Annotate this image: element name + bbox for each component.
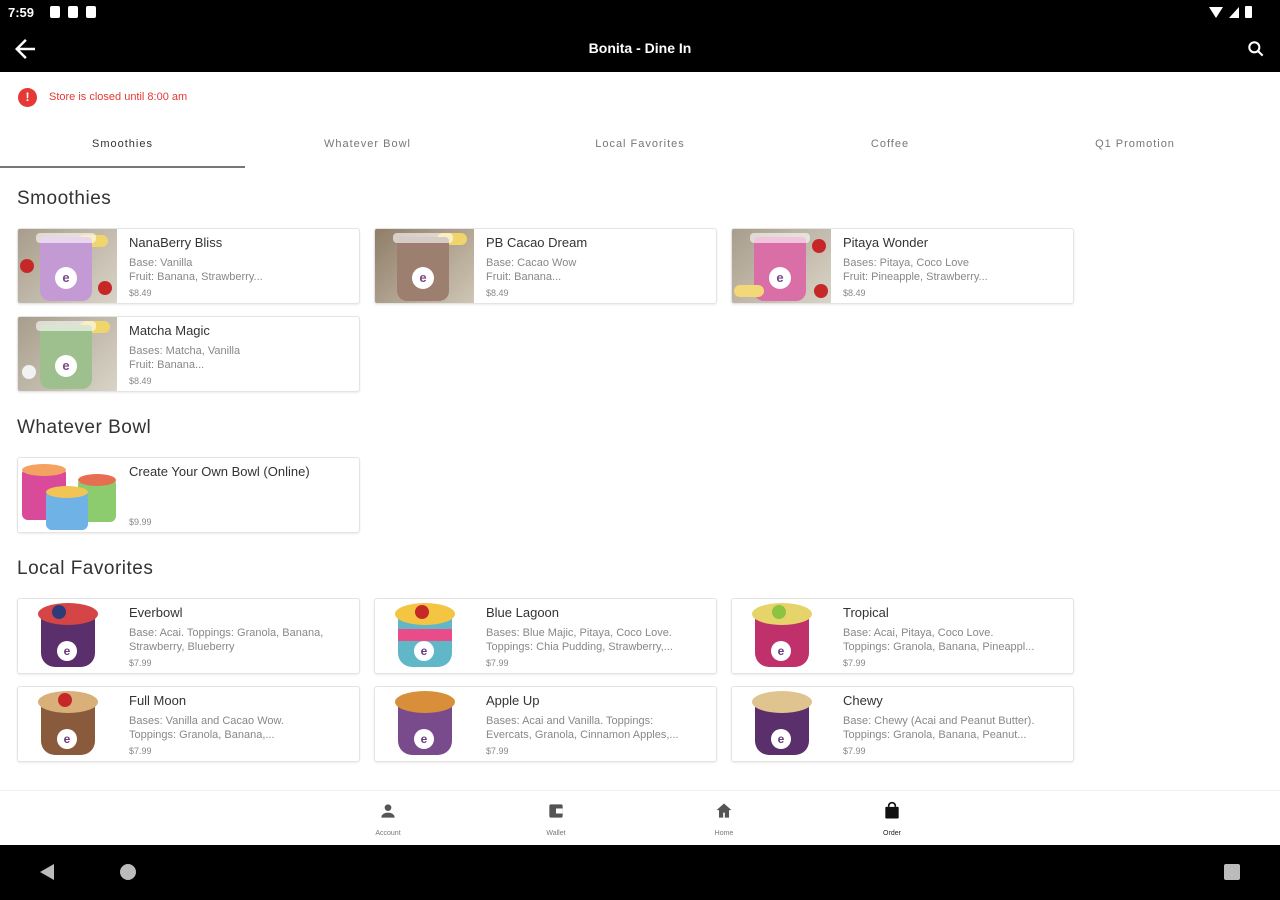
item-name: Pitaya Wonder xyxy=(843,235,929,250)
menu-item-card[interactable]: e PB Cacao Dream Base: Cacao Wow Fruit: … xyxy=(374,228,717,304)
product-image: e xyxy=(375,599,474,673)
item-description: Bases: Pitaya, Coco Love Fruit: Pineappl… xyxy=(843,257,988,283)
item-price: $8.49 xyxy=(486,288,509,298)
notification-icons xyxy=(50,6,96,18)
product-image: e xyxy=(18,687,117,761)
nav-label: Home xyxy=(714,830,734,837)
item-name: PB Cacao Dream xyxy=(486,235,588,250)
menu-item-card[interactable]: e Blue Lagoon Bases: Blue Majic, Pitaya,… xyxy=(374,598,717,674)
menu-item-card[interactable]: e Chewy Base: Chewy (Acai and Peanut But… xyxy=(731,686,1074,762)
menu-item-card[interactable]: e Full Moon Bases: Vanilla and Cacao Wow… xyxy=(17,686,360,762)
item-price: $7.99 xyxy=(129,746,152,756)
status-bar: 7:59 xyxy=(0,0,1280,26)
item-name: Apple Up xyxy=(486,693,540,708)
nav-wallet[interactable]: Wallet xyxy=(526,801,586,837)
product-image xyxy=(18,458,117,532)
status-time: 7:59 xyxy=(8,5,35,20)
menu-item-card[interactable]: e Matcha Magic Bases: Matcha, Vanilla Fr… xyxy=(17,316,360,392)
notification-icon xyxy=(50,6,60,18)
item-name: Full Moon xyxy=(129,693,187,708)
signal-icon xyxy=(1229,6,1239,18)
section-title-smoothies: Smoothies xyxy=(17,188,112,209)
search-icon[interactable] xyxy=(1246,39,1266,59)
item-price: $7.99 xyxy=(843,746,866,756)
section-title-local-favorites: Local Favorites xyxy=(17,558,154,579)
item-name: Blue Lagoon xyxy=(486,605,560,620)
nav-label: Account xyxy=(375,830,401,837)
item-description: Base: Chewy (Acai and Peanut Butter). To… xyxy=(843,715,1035,741)
item-name: Chewy xyxy=(843,693,883,708)
nav-home[interactable]: Home xyxy=(694,801,754,837)
alert-text: Store is closed until 8:00 am xyxy=(49,91,188,103)
item-price: $8.49 xyxy=(129,376,152,386)
nav-label: Wallet xyxy=(546,830,566,837)
item-description: Bases: Vanilla and Cacao Wow. Toppings: … xyxy=(129,715,284,741)
app-bar: Bonita - Dine In xyxy=(0,26,1280,72)
tab-coffee[interactable]: Coffee xyxy=(790,128,990,168)
item-description: Base: Vanilla Fruit: Banana, Strawberry.… xyxy=(129,257,263,283)
menu-item-card[interactable]: e Pitaya Wonder Bases: Pitaya, Coco Love… xyxy=(731,228,1074,304)
item-price: $9.99 xyxy=(129,517,152,527)
nav-label: Order xyxy=(883,830,901,837)
product-image: e xyxy=(375,687,474,761)
system-back-icon[interactable] xyxy=(40,864,54,880)
item-price: $8.49 xyxy=(843,288,866,298)
notification-icon xyxy=(68,6,78,18)
tab-whatever-bowl[interactable]: Whatever Bowl xyxy=(245,128,490,168)
item-description: Base: Acai, Pitaya, Coco Love. Toppings:… xyxy=(843,627,1035,653)
page-title: Bonita - Dine In xyxy=(588,40,692,56)
item-price: $8.49 xyxy=(129,288,152,298)
product-image: e xyxy=(375,229,474,303)
item-price: $7.99 xyxy=(486,746,509,756)
item-name: Create Your Own Bowl (Online) xyxy=(129,464,310,479)
item-price: $7.99 xyxy=(129,658,152,668)
product-image: e xyxy=(18,229,117,303)
bottom-navigation: Account Wallet Home Order xyxy=(0,790,1280,845)
wifi-icon xyxy=(1209,6,1223,18)
system-icons xyxy=(1209,6,1252,18)
notification-icon xyxy=(86,6,96,18)
item-description: Bases: Acai and Vanilla. Toppings: Everc… xyxy=(486,715,679,741)
nav-account[interactable]: Account xyxy=(358,801,418,837)
menu-item-card[interactable]: e NanaBerry Bliss Base: Vanilla Fruit: B… xyxy=(17,228,360,304)
menu-item-card[interactable]: e Apple Up Bases: Acai and Vanilla. Topp… xyxy=(374,686,717,762)
bag-icon xyxy=(885,801,899,819)
menu-item-card[interactable]: e Everbowl Base: Acai. Toppings: Granola… xyxy=(17,598,360,674)
item-description: Base: Acai. Toppings: Granola, Banana, S… xyxy=(129,627,324,653)
person-icon xyxy=(381,804,395,818)
store-closed-alert: ! Store is closed until 8:00 am xyxy=(18,86,187,108)
nav-order[interactable]: Order xyxy=(862,801,922,837)
product-image: e xyxy=(732,229,831,303)
wallet-icon xyxy=(549,804,563,818)
item-description: Bases: Matcha, Vanilla Fruit: Banana... xyxy=(129,345,241,371)
item-name: Matcha Magic xyxy=(129,323,210,338)
item-name: Everbowl xyxy=(129,605,183,620)
alert-icon: ! xyxy=(18,87,37,107)
item-name: NanaBerry Bliss xyxy=(129,235,223,250)
home-icon xyxy=(716,803,732,818)
system-recents-icon[interactable] xyxy=(1224,864,1240,880)
tab-q1-promotion[interactable]: Q1 Promotion xyxy=(990,128,1280,168)
product-image: e xyxy=(18,317,117,391)
tab-smoothies[interactable]: Smoothies xyxy=(0,128,245,168)
item-price: $7.99 xyxy=(486,658,509,668)
system-navigation-bar xyxy=(0,845,1280,900)
battery-icon xyxy=(1245,6,1252,18)
menu-item-card[interactable]: Create Your Own Bowl (Online) $9.99 xyxy=(17,457,360,533)
category-tabs: Smoothies Whatever Bowl Local Favorites … xyxy=(0,128,1280,168)
system-home-icon[interactable] xyxy=(120,864,136,880)
product-image: e xyxy=(732,599,831,673)
item-description: Bases: Blue Majic, Pitaya, Coco Love. To… xyxy=(486,627,673,653)
section-title-whatever-bowl: Whatever Bowl xyxy=(17,417,152,438)
tab-local-favorites[interactable]: Local Favorites xyxy=(490,128,790,168)
product-image: e xyxy=(732,687,831,761)
menu-item-card[interactable]: e Tropical Base: Acai, Pitaya, Coco Love… xyxy=(731,598,1074,674)
item-name: Tropical xyxy=(843,605,889,620)
item-description: Base: Cacao Wow Fruit: Banana... xyxy=(486,257,577,283)
product-image: e xyxy=(18,599,117,673)
item-price: $7.99 xyxy=(843,658,866,668)
